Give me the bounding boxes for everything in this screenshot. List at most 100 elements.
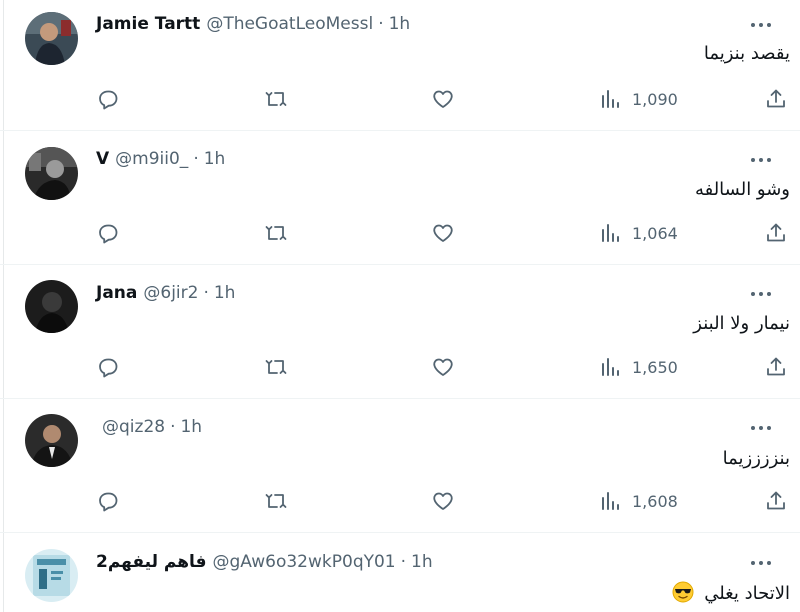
avatar-photo-dark [25, 280, 78, 333]
separator-dot: · [170, 417, 176, 437]
views-count: 1,090 [632, 89, 678, 109]
separator-dot: · [193, 149, 199, 169]
share-button[interactable] [764, 218, 788, 248]
like-icon [433, 90, 453, 108]
like-button[interactable] [431, 352, 455, 382]
display-name[interactable]: Jamie Tartt [96, 14, 200, 34]
avatar[interactable] [25, 414, 78, 467]
reply-button[interactable] [96, 218, 120, 248]
timestamp[interactable]: 1h [389, 14, 411, 34]
timestamp[interactable]: 1h [411, 552, 433, 572]
like-icon [433, 358, 453, 376]
tweet-text: وشو السالفه [694, 179, 790, 200]
share-icon [767, 491, 785, 510]
avatar[interactable] [25, 12, 78, 65]
avatar-photo-suit [25, 414, 78, 467]
action-bar: 1,650 [0, 352, 800, 382]
display-name[interactable]: فاهم ليفهم2 [96, 552, 207, 572]
tweet-text: يقصد بنزيما [703, 43, 790, 64]
views-count: 1,650 [632, 357, 678, 377]
tweet[interactable]: Jamie Tartt @TheGoatLeoMessl · 1h يقصد ب… [0, 0, 800, 131]
user-handle[interactable]: @TheGoatLeoMessl [206, 14, 373, 34]
share-icon [767, 223, 785, 242]
tweet[interactable]: Jana @6jir2 · 1h نيمار ولا البنز 1,650 [0, 265, 800, 399]
like-button[interactable] [431, 84, 455, 114]
tweet[interactable]: V @m9ii0_ · 1h وشو السالفه 1,064 [0, 131, 800, 265]
tweet-header: Jamie Tartt @TheGoatLeoMessl · 1h [96, 13, 410, 35]
tweet-header: فاهم ليفهم2 @gAw6o32wkP0qY01 · 1h [96, 551, 433, 573]
views-button[interactable]: 1,064 [598, 218, 678, 248]
like-button[interactable] [431, 218, 455, 248]
separator-dot: · [400, 552, 407, 572]
action-bar: 1,064 [0, 218, 800, 248]
reply-icon [99, 224, 118, 244]
avatar[interactable] [25, 549, 78, 602]
user-handle[interactable]: @qiz28 [102, 417, 165, 437]
more-icon[interactable] [746, 14, 776, 36]
reply-button[interactable] [96, 352, 120, 382]
more-icon[interactable] [746, 283, 776, 305]
share-icon [767, 357, 785, 376]
share-button[interactable] [764, 486, 788, 516]
retweet-icon [265, 494, 287, 508]
like-icon [433, 224, 453, 242]
tweet-header: V @m9ii0_ · 1h [96, 148, 225, 170]
views-count: 1,064 [632, 223, 678, 243]
tweet-feed: Jamie Tartt @TheGoatLeoMessl · 1h يقصد ب… [0, 0, 800, 612]
tweet-header: Jana @6jir2 · 1h [96, 282, 235, 304]
action-bar: 1,608 [0, 486, 800, 516]
timestamp[interactable]: 1h [180, 417, 202, 437]
user-handle[interactable]: @m9ii0_ [115, 149, 188, 169]
like-button[interactable] [431, 486, 455, 516]
separator-dot: · [203, 283, 209, 303]
sunglasses-emoji [672, 581, 694, 603]
display-name[interactable]: V [96, 149, 109, 169]
retweet-button[interactable] [264, 352, 288, 382]
reply-button[interactable] [96, 84, 120, 114]
retweet-button[interactable] [264, 84, 288, 114]
retweet-icon [265, 360, 287, 374]
avatar-photo-blue [25, 549, 78, 602]
more-icon[interactable] [746, 149, 776, 171]
tweet-text: بنززززيما [722, 448, 790, 469]
display-name[interactable]: Jana [96, 283, 137, 303]
tweet-text: نيمار ولا البنز [693, 313, 790, 334]
separator-dot: · [378, 14, 384, 34]
views-button[interactable]: 1,090 [598, 84, 678, 114]
reply-button[interactable] [96, 486, 120, 516]
retweet-button[interactable] [264, 486, 288, 516]
share-button[interactable] [764, 352, 788, 382]
tweet-header: @qiz28 · 1h [96, 416, 202, 438]
avatar-photo-man [25, 12, 78, 65]
share-button[interactable] [764, 84, 788, 114]
tweet-text: الاتحاد يغلي [704, 583, 790, 604]
avatar-photo-bw [25, 147, 78, 200]
like-icon [433, 492, 453, 510]
share-icon [767, 89, 785, 108]
timestamp[interactable]: 1h [214, 283, 236, 303]
more-icon[interactable] [746, 417, 776, 439]
retweet-icon [265, 226, 287, 240]
timestamp[interactable]: 1h [204, 149, 226, 169]
retweet-icon [265, 92, 287, 106]
reply-icon [99, 492, 118, 512]
user-handle[interactable]: @6jir2 [143, 283, 198, 303]
action-bar: 1,090 [0, 84, 800, 114]
views-icon [602, 492, 619, 510]
views-count: 1,608 [632, 491, 678, 511]
reply-icon [99, 358, 118, 378]
user-handle[interactable]: @gAw6o32wkP0qY01 [213, 552, 396, 572]
tweet[interactable]: فاهم ليفهم2 @gAw6o32wkP0qY01 · 1h الاتحا… [0, 533, 800, 612]
tweet[interactable]: @qiz28 · 1h بنززززيما 1,608 [0, 399, 800, 533]
retweet-button[interactable] [264, 218, 288, 248]
more-icon[interactable] [746, 552, 776, 574]
avatar[interactable] [25, 147, 78, 200]
views-icon [602, 90, 619, 108]
views-button[interactable]: 1,650 [598, 352, 678, 382]
views-icon [602, 358, 619, 376]
views-icon [602, 224, 619, 242]
tweet-text-row: الاتحاد يغلي [672, 581, 790, 604]
avatar[interactable] [25, 280, 78, 333]
views-button[interactable]: 1,608 [598, 486, 678, 516]
reply-icon [99, 90, 118, 110]
